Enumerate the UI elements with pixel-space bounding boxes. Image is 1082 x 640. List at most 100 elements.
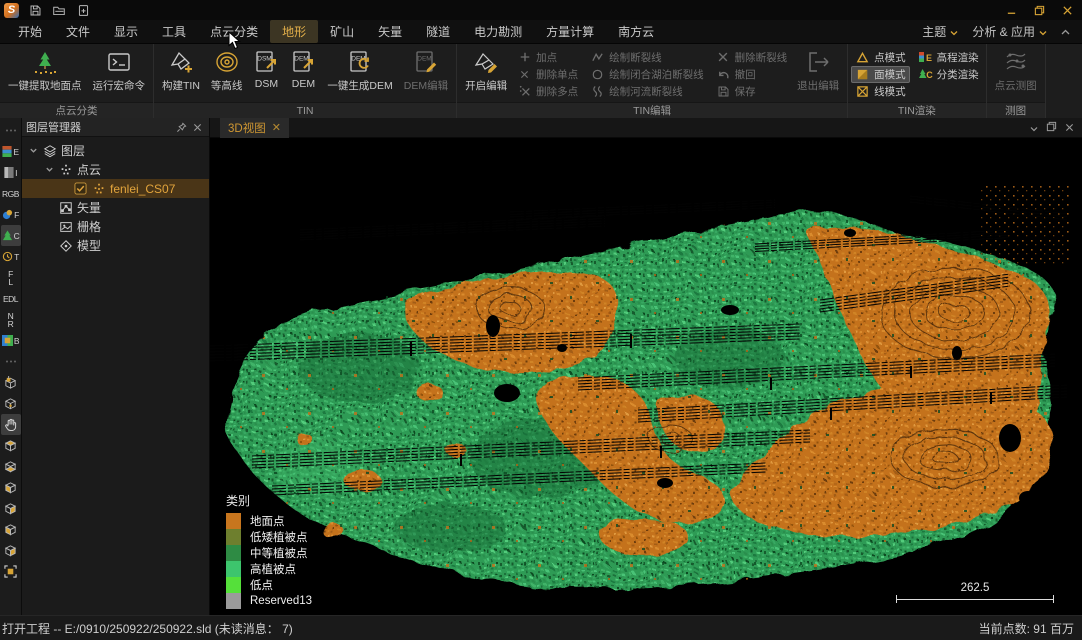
ribbon-button-1-0[interactable]: 构建TIN <box>157 46 205 102</box>
menu-item-0[interactable]: 开始 <box>6 20 54 43</box>
edit-start-icon <box>473 48 499 76</box>
layer-tree-row-4[interactable]: 栅格 <box>22 217 209 236</box>
ribbon-button-2-0[interactable]: 开启编辑 <box>460 46 512 102</box>
menu-item-6[interactable]: 矿山 <box>318 20 366 43</box>
save-file-icon[interactable] <box>27 2 43 18</box>
ribbon-button-1-4[interactable]: DEM一键生成DEM <box>322 46 397 102</box>
ribbon-button-2-5[interactable]: 绘制闭合湖泊断裂线 <box>586 66 708 83</box>
menu-item-9[interactable]: 电力勘测 <box>462 20 534 43</box>
view-bottom[interactable] <box>1 456 21 477</box>
ribbon-button-2-1[interactable]: 加点 <box>513 49 582 66</box>
zoom-extent[interactable] <box>1 561 21 582</box>
flight-render[interactable]: F <box>1 204 21 225</box>
restore-view-icon[interactable] <box>1046 119 1057 137</box>
ribbon-button-3-4[interactable]: C分类渲染 <box>914 66 983 83</box>
view-back[interactable] <box>1 540 21 561</box>
close-button[interactable] <box>1056 2 1078 18</box>
layer-tree-row-0[interactable]: 图层 <box>22 141 209 160</box>
expander-icon[interactable] <box>44 165 54 174</box>
ribbon-button-2-7[interactable]: 删除断裂线 <box>712 49 792 66</box>
menu-item-8[interactable]: 隧道 <box>414 20 462 43</box>
new-project-icon[interactable] <box>75 2 91 18</box>
ribbon-button-3-0[interactable]: 点模式 <box>851 49 910 66</box>
time-render[interactable]: T <box>1 246 21 267</box>
menu-item-2[interactable]: 显示 <box>102 20 150 43</box>
layer-tree-row-5[interactable]: 模型 <box>22 236 209 255</box>
ribbon-button-label: 等高线 <box>211 78 243 93</box>
ribbon-button-1-3[interactable]: DEMDEM <box>285 46 321 102</box>
ribbon-button-2-8[interactable]: 撤回 <box>712 66 792 83</box>
view-right[interactable] <box>1 498 21 519</box>
ribbon-button-1-1[interactable]: 等高线 <box>206 46 248 102</box>
ribbon-button-0-1[interactable]: 运行宏命令 <box>88 46 151 102</box>
nr-render-button[interactable]: NR <box>1 309 21 330</box>
intensity-render[interactable]: I <box>1 162 21 183</box>
pin-icon[interactable] <box>173 122 189 133</box>
tab-3d-view[interactable]: 3D视图 ✕ <box>220 118 289 138</box>
point-select-tool[interactable] <box>1 393 21 414</box>
blend-render[interactable]: B <box>1 330 21 351</box>
ribbon-button-2-10[interactable]: 退出编辑 <box>792 46 844 102</box>
ribbon-button-2-3[interactable]: 删除多点 <box>513 83 582 100</box>
drag-handle-2[interactable] <box>1 351 21 372</box>
elevation-render[interactable]: E <box>1 141 21 162</box>
viewport: 3D视图 ✕ <box>210 118 1082 615</box>
menu-item-11[interactable]: 南方云 <box>606 20 666 43</box>
ribbon-button-2-9[interactable]: 保存 <box>712 83 792 100</box>
menu-item-10[interactable]: 方量计算 <box>534 20 606 43</box>
fl-render-button[interactable]: FL <box>1 267 21 288</box>
drag-handle[interactable] <box>1 120 21 141</box>
ribbon-button-2-2[interactable]: 删除单点 <box>513 66 582 83</box>
theme-menu[interactable]: 主题 <box>922 23 958 40</box>
ribbon-button-4-0[interactable]: 点云测图 <box>990 46 1042 102</box>
ribbon-button-2-6[interactable]: 绘制河流断裂线 <box>586 83 708 100</box>
ribbon-button-3-1[interactable]: 面模式 <box>851 66 910 83</box>
layer-label: fenlei_CS07 <box>110 182 175 196</box>
tab-close-icon[interactable]: ✕ <box>272 121 281 134</box>
menu-item-3[interactable]: 工具 <box>150 20 198 43</box>
rgb-render-button[interactable]: RGB <box>1 183 21 204</box>
menu-item-5[interactable]: 地形 <box>270 20 318 43</box>
ribbon-group-2: 开启编辑加点删除单点删除多点绘制断裂线绘制闭合湖泊断裂线绘制河流断裂线 删除断裂线… <box>457 44 848 118</box>
ribbon-button-3-3[interactable]: E高程渲染 <box>914 49 983 66</box>
edl-render-button[interactable]: EDL <box>1 288 21 309</box>
close-icon[interactable] <box>189 123 205 132</box>
view-left[interactable] <box>1 477 21 498</box>
minimize-button[interactable] <box>1000 2 1022 18</box>
menu-item-7[interactable]: 矢量 <box>366 20 414 43</box>
ribbon-button-1-2[interactable]: DSMDSM <box>248 46 284 102</box>
expander-icon[interactable] <box>28 146 38 155</box>
pan-tool[interactable] <box>1 414 21 435</box>
ribbon-button-3-2[interactable]: 线模式 <box>851 83 910 100</box>
3d-point-cloud-canvas[interactable]: 类别 地面点低矮植被点中等植被点高植被点低点Reserved13 262.5 <box>210 138 1082 615</box>
ribbon-group-name: TIN编辑 <box>457 102 847 118</box>
ribbon-button-2-4[interactable]: 绘制断裂线 <box>586 49 708 66</box>
layer-label: 图层 <box>61 142 85 159</box>
layer-tree-row-3[interactable]: 矢量 <box>22 198 209 217</box>
open-project-icon[interactable] <box>51 2 67 18</box>
svg-text:DEM: DEM <box>295 56 309 63</box>
undo-icon <box>716 68 731 81</box>
view-top[interactable] <box>1 435 21 456</box>
layer-tree-row-2[interactable]: fenlei_CS07 <box>22 179 209 198</box>
menu-item-4[interactable]: 点云分类 <box>198 20 270 43</box>
layer-label: 矢量 <box>77 199 101 216</box>
close-view-icon[interactable] <box>1065 119 1074 137</box>
ribbon-group-name: 测图 <box>987 102 1045 118</box>
lake-breakline-icon <box>590 68 605 81</box>
layer-checkbox[interactable] <box>74 182 87 195</box>
menu-item-1[interactable]: 文件 <box>54 20 102 43</box>
restore-button[interactable] <box>1028 2 1050 18</box>
classification-render[interactable]: C <box>1 225 21 246</box>
layer-tree-row-1[interactable]: 点云 <box>22 160 209 179</box>
tab-list-dropdown-icon[interactable] <box>1030 119 1038 137</box>
analysis-menu[interactable]: 分析 & 应用 <box>972 23 1047 40</box>
ribbon-button-label: 绘制河流断裂线 <box>609 84 683 99</box>
chevron-down-icon <box>1039 25 1047 39</box>
ribbon-button-1-5[interactable]: DEMDEM编辑 <box>399 46 453 102</box>
pick-tool[interactable] <box>1 372 21 393</box>
collapse-ribbon-button[interactable] <box>1061 25 1070 39</box>
ribbon-button-0-0[interactable]: 一键提取地面点 <box>3 46 87 102</box>
view-front[interactable] <box>1 519 21 540</box>
layer-label: 点云 <box>77 161 101 178</box>
